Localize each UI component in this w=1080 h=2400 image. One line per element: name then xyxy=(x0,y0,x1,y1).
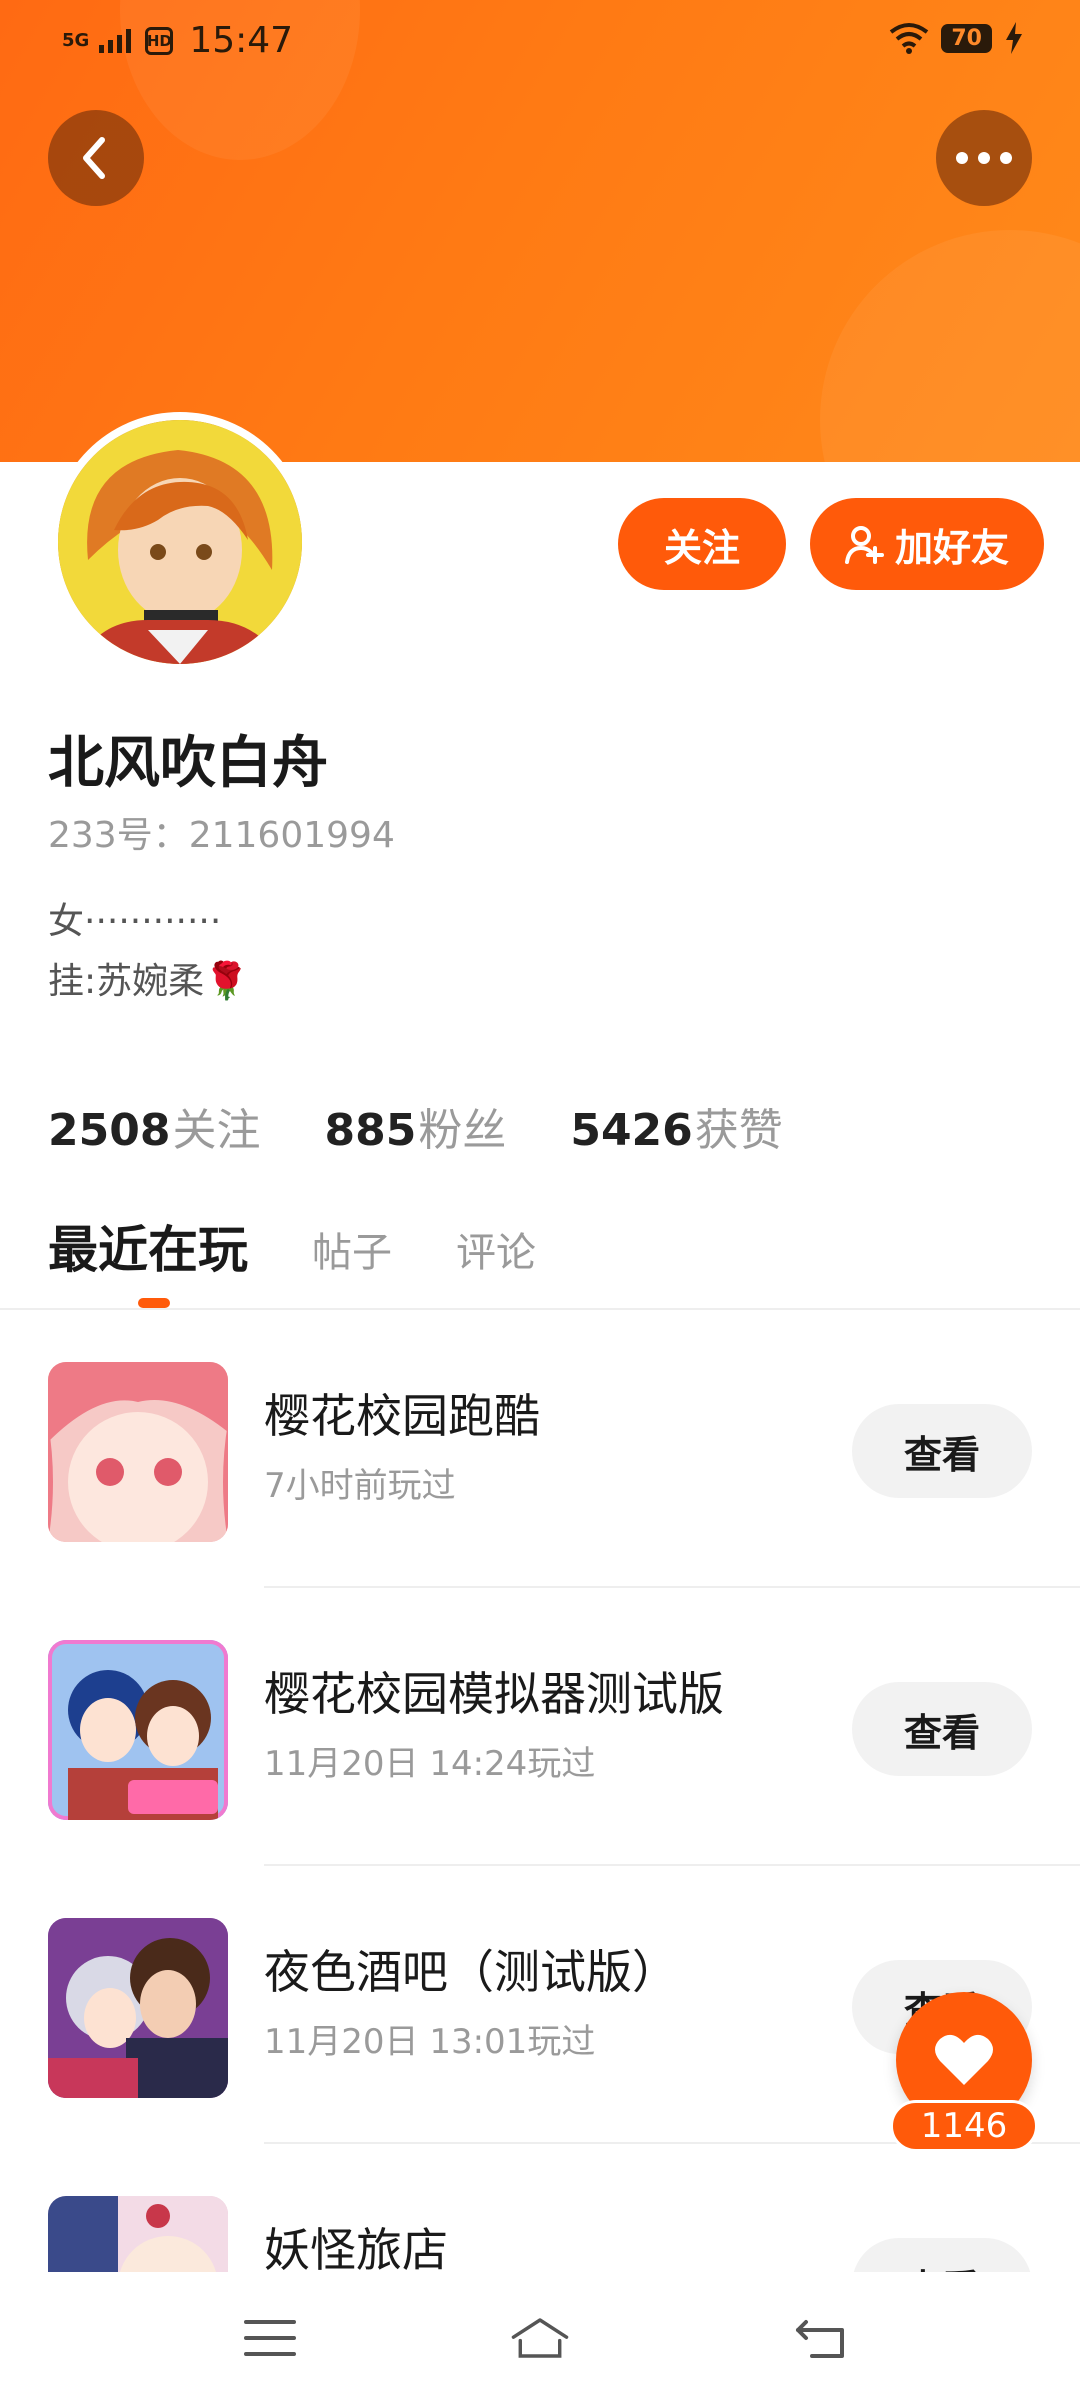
network-label: 5G xyxy=(62,29,90,51)
likes-count: 5426 xyxy=(570,1105,693,1156)
fans-label: 粉丝 xyxy=(418,1105,507,1156)
game-art xyxy=(48,1362,228,1542)
follow-label: 关注 xyxy=(663,525,740,570)
game-title: 樱花校园跑酷 xyxy=(264,1389,540,1443)
following-count: 2508 xyxy=(48,1105,171,1156)
more-button[interactable] xyxy=(936,110,1032,206)
charging-icon xyxy=(1006,22,1022,54)
menu-button[interactable] xyxy=(240,2308,300,2368)
game-icon xyxy=(48,2196,228,2272)
heart-icon xyxy=(935,2034,993,2085)
status-right: 70 xyxy=(889,22,1024,54)
active-tab-indicator xyxy=(138,1298,170,1308)
profile-stats: 2508关注 885粉丝 5426获赞 xyxy=(48,1094,783,1158)
game-art xyxy=(48,1640,228,1820)
menu-icon xyxy=(244,2320,296,2356)
game-last-played: 11月20日 13:01玩过 xyxy=(264,2022,596,2062)
like-count: 1146 xyxy=(920,2106,1008,2146)
add-friend-label: 加好友 xyxy=(894,525,1009,570)
stat-likes[interactable]: 5426获赞 xyxy=(570,1094,782,1158)
follow-button[interactable]: 关注 xyxy=(618,498,786,590)
view-button[interactable]: 查看 xyxy=(852,1404,1032,1498)
profile-bio: 女············ 挂:苏婉柔🌹 xyxy=(48,892,249,1012)
game-title: 樱花校园模拟器测试版 xyxy=(264,1667,724,1721)
list-item[interactable]: 樱花校园模拟器测试版 11月20日 14:24玩过 查看 xyxy=(0,1588,1080,1866)
game-icon xyxy=(48,1362,228,1542)
view-label: 查看 xyxy=(903,1710,980,1755)
view-label: 查看 xyxy=(903,1432,980,1477)
bio-line: 女············ xyxy=(48,901,222,942)
game-last-played: 11月20日 14:24玩过 xyxy=(264,1744,596,1784)
system-nav-bar xyxy=(0,2272,1080,2400)
more-dots-icon xyxy=(956,152,1012,164)
back-arrow-icon xyxy=(796,2320,844,2358)
game-title: 夜色酒吧（测试版） xyxy=(264,1945,678,1999)
banner-decoration xyxy=(820,230,1080,462)
signal-icon xyxy=(99,28,132,53)
view-button[interactable]: 查看 xyxy=(852,2238,1032,2272)
status-bar: 5G HD 15:47 70 xyxy=(0,0,1080,86)
add-user-icon xyxy=(844,526,884,564)
list-item[interactable]: 妖怪旅店 查看 xyxy=(0,2144,1080,2272)
game-last-played: 7小时前玩过 xyxy=(264,1466,456,1506)
like-count-badge: 1146 xyxy=(890,2100,1038,2152)
game-art xyxy=(48,1918,228,2098)
view-button[interactable]: 查看 xyxy=(852,1682,1032,1776)
game-art xyxy=(48,2196,228,2272)
likes-label: 获赞 xyxy=(694,1105,783,1156)
chevron-left-icon xyxy=(83,137,105,179)
profile-uid: 233号：211601994 xyxy=(48,815,395,856)
stat-following[interactable]: 2508关注 xyxy=(48,1094,260,1158)
tab-posts[interactable]: 帖子 xyxy=(312,1220,392,1282)
tab-comments[interactable]: 评论 xyxy=(456,1220,536,1282)
wifi-icon xyxy=(890,23,929,54)
game-icon xyxy=(48,1640,228,1820)
home-button[interactable] xyxy=(510,2308,570,2368)
profile-tabs: 最近在玩 帖子 评论 xyxy=(48,1210,536,1282)
tab-label: 评论 xyxy=(456,1230,536,1276)
battery-level: 70 xyxy=(941,23,992,53)
clock: 15:47 xyxy=(189,20,294,61)
game-icon xyxy=(48,1918,228,2098)
avatar[interactable] xyxy=(50,412,310,672)
hd-icon: HD xyxy=(145,26,174,55)
fans-count: 885 xyxy=(324,1105,417,1156)
tab-label: 最近在玩 xyxy=(48,1221,248,1279)
status-left: 5G HD 15:47 xyxy=(62,20,293,61)
back-button[interactable] xyxy=(48,110,144,206)
home-icon xyxy=(511,2318,569,2358)
bio-line: 挂:苏婉柔🌹 xyxy=(48,961,249,1002)
avatar-illustration xyxy=(58,420,302,664)
profile-name: 北风吹白舟 xyxy=(48,731,328,796)
following-label: 关注 xyxy=(172,1105,261,1156)
stat-fans[interactable]: 885粉丝 xyxy=(324,1094,506,1158)
add-friend-button[interactable]: 加好友 xyxy=(810,498,1044,590)
back-nav-button[interactable] xyxy=(790,2308,850,2368)
list-item[interactable]: 樱花校园跑酷 7小时前玩过 查看 xyxy=(0,1310,1080,1588)
game-title: 妖怪旅店 xyxy=(264,2223,448,2272)
view-label: 查看 xyxy=(904,2258,980,2273)
tab-recent-play[interactable]: 最近在玩 xyxy=(48,1210,248,1282)
tab-label: 帖子 xyxy=(312,1230,392,1276)
